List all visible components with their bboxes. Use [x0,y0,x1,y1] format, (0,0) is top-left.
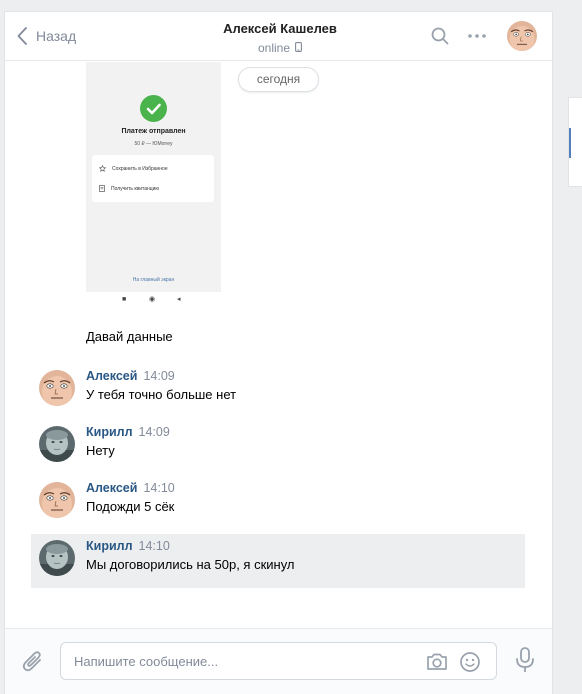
avatar[interactable] [39,540,75,576]
message-input-placeholder: Напишите сообщение... [74,654,219,669]
more-options-icon[interactable] [467,26,487,49]
home-screen-link: На главный экран [132,277,175,283]
message-author[interactable]: Алексей [86,369,137,383]
avatar[interactable] [39,426,75,462]
message-continuation: Давай данные [86,329,173,344]
message-input[interactable]: Напишите сообщение... [60,642,497,680]
message-history[interactable]: Платеж отправлен 50 ₽ — ЮMoney Сохранить… [5,62,552,628]
right-sidebar-edge [568,97,582,187]
message-time[interactable]: 14:09 [139,425,170,439]
back-label: Назад [36,28,77,44]
message-item[interactable]: Алексей 14:10 Подожди 5 сёк [31,476,525,530]
save-favorite-label: Сохранить в Избранное [112,166,168,172]
message-item-selected[interactable]: Кирилл 14:10 Мы договорились на 50р, я ск… [31,534,525,588]
camera-icon[interactable] [426,652,448,675]
square-nav-icon: ■ [122,296,127,303]
conversation-title-block[interactable]: Алексей Кашелев online [155,21,405,56]
receipt-icon [99,184,105,194]
avatar[interactable] [39,370,75,406]
star-icon [98,164,107,174]
check-circle-icon [140,95,167,122]
message-text: Мы договорились на 50р, я скинул [86,557,295,572]
chevron-left-icon [17,27,27,45]
message-author[interactable]: Кирилл [86,539,133,553]
get-receipt-label: Получить квитанцию [111,186,160,192]
online-status: online [155,40,405,56]
message-time[interactable]: 14:10 [143,481,174,495]
conversation-panel: Назад Алексей Кашелев online Платеж отпр… [4,11,553,694]
contact-avatar[interactable] [507,21,537,51]
search-icon[interactable] [431,27,449,48]
message-text: Нету [86,443,115,458]
date-divider: сегодня [238,67,319,92]
message-composer: Напишите сообщение... [5,628,552,694]
payment-actions-card: Сохранить в Избранное Получить квитанцию [92,155,214,202]
get-receipt-row: Получить квитанцию [99,184,159,194]
contact-name: Алексей Кашелев [223,21,337,36]
avatar[interactable] [39,482,75,518]
message-item[interactable]: Кирилл 14:09 Нету [31,420,525,474]
message-time[interactable]: 14:10 [139,539,170,553]
status-text: online [257,41,291,55]
active-conversation-marker [569,128,571,158]
circle-nav-icon: ◉ [149,296,156,303]
back-nav-icon: ◂ [177,296,181,303]
mobile-phone-icon [295,40,302,56]
emoji-icon[interactable] [459,651,481,676]
conversation-header: Назад Алексей Кашелев online [5,12,552,61]
payment-screenshot-attachment[interactable]: Платеж отправлен 50 ₽ — ЮMoney Сохранить… [86,62,221,292]
message-text: У тебя точно больше нет [86,387,237,402]
message-item[interactable]: Алексей 14:09 У тебя точно больше нет [31,364,525,418]
message-time[interactable]: 14:09 [143,369,174,383]
message-author[interactable]: Алексей [86,481,137,495]
paperclip-icon[interactable] [22,649,44,676]
back-button[interactable]: Назад [17,25,76,47]
message-text: Подожди 5 сёк [86,499,175,514]
message-author[interactable]: Кирилл [86,425,133,439]
payment-subtitle: 50 ₽ — ЮMoney [134,141,173,147]
payment-title: Платеж отправлен [121,128,186,135]
microphone-icon[interactable] [515,647,535,676]
save-favorite-row: Сохранить в Избранное [98,164,168,174]
phone-nav-bar: ■ ◉ ◂ [86,294,221,306]
